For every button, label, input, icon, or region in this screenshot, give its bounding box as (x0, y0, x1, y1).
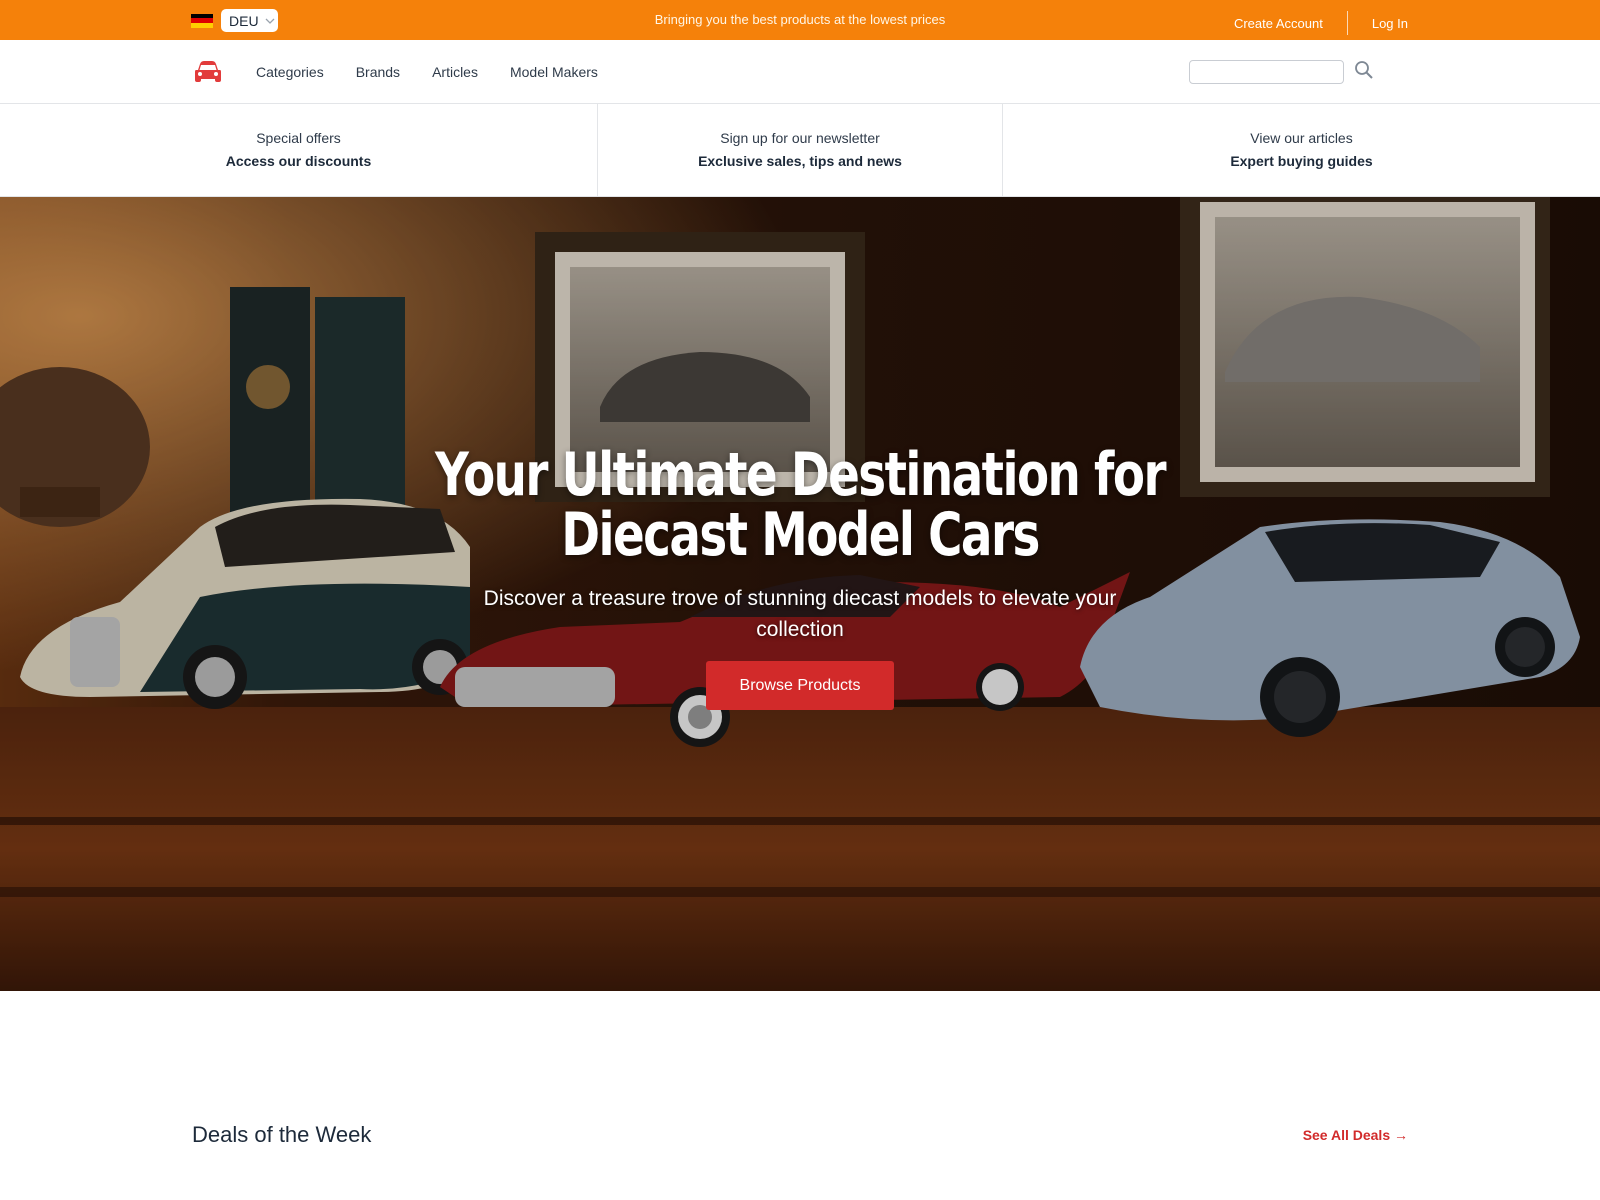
browse-products-button[interactable]: Browse Products (706, 661, 894, 710)
hero-title-line: Your Ultimate Destination for (435, 440, 1166, 510)
divider (1346, 11, 1348, 35)
deals-heading: Deals of the Week (192, 1122, 372, 1147)
top-bar: DEU Bringing you the best products at th… (0, 0, 1600, 40)
nav-links: Categories Brands Articles Model Makers (256, 64, 598, 80)
promo-strip: Special offers Access our discounts Sign… (0, 104, 1600, 197)
promo-subtitle: Sign up for our newsletter (720, 130, 880, 146)
hero-subtitle: Discover a treasure trove of stunning di… (483, 587, 1117, 641)
hero-title: Your Ultimate Destination for Diecast Mo… (176, 445, 1424, 565)
search-icon (1355, 61, 1373, 79)
hero-banner: Your Ultimate Destination for Diecast Mo… (0, 197, 1600, 991)
nav-link-articles[interactable]: Articles (432, 64, 478, 80)
promo-title: Expert buying guides (1230, 153, 1373, 169)
create-account-link[interactable]: Create Account (1234, 16, 1323, 31)
car-icon[interactable] (194, 60, 222, 84)
search-button[interactable] (1353, 60, 1375, 82)
nav-link-model-makers[interactable]: Model Makers (510, 64, 598, 80)
main-nav: Categories Brands Articles Model Makers (0, 40, 1600, 104)
promo-articles[interactable]: View our articles Expert buying guides (1003, 104, 1600, 196)
account-links: Create Account Log In (1234, 11, 1408, 35)
promo-special-offers[interactable]: Special offers Access our discounts (0, 104, 597, 196)
promo-title: Exclusive sales, tips and news (698, 153, 902, 169)
nav-link-categories[interactable]: Categories (256, 64, 324, 80)
see-all-deals-link[interactable]: See All Deals → (1303, 1127, 1408, 1143)
hero-title-line: Diecast Model Cars (561, 500, 1040, 570)
login-link[interactable]: Log In (1372, 16, 1408, 31)
promo-subtitle: Special offers (256, 130, 341, 146)
hero-content: Your Ultimate Destination for Diecast Mo… (0, 445, 1600, 710)
search-input[interactable] (1189, 60, 1344, 84)
promo-newsletter[interactable]: Sign up for our newsletter Exclusive sal… (597, 104, 1003, 196)
promo-title: Access our discounts (225, 153, 372, 169)
nav-link-brands[interactable]: Brands (356, 64, 400, 80)
promo-subtitle: View our articles (1250, 130, 1353, 146)
